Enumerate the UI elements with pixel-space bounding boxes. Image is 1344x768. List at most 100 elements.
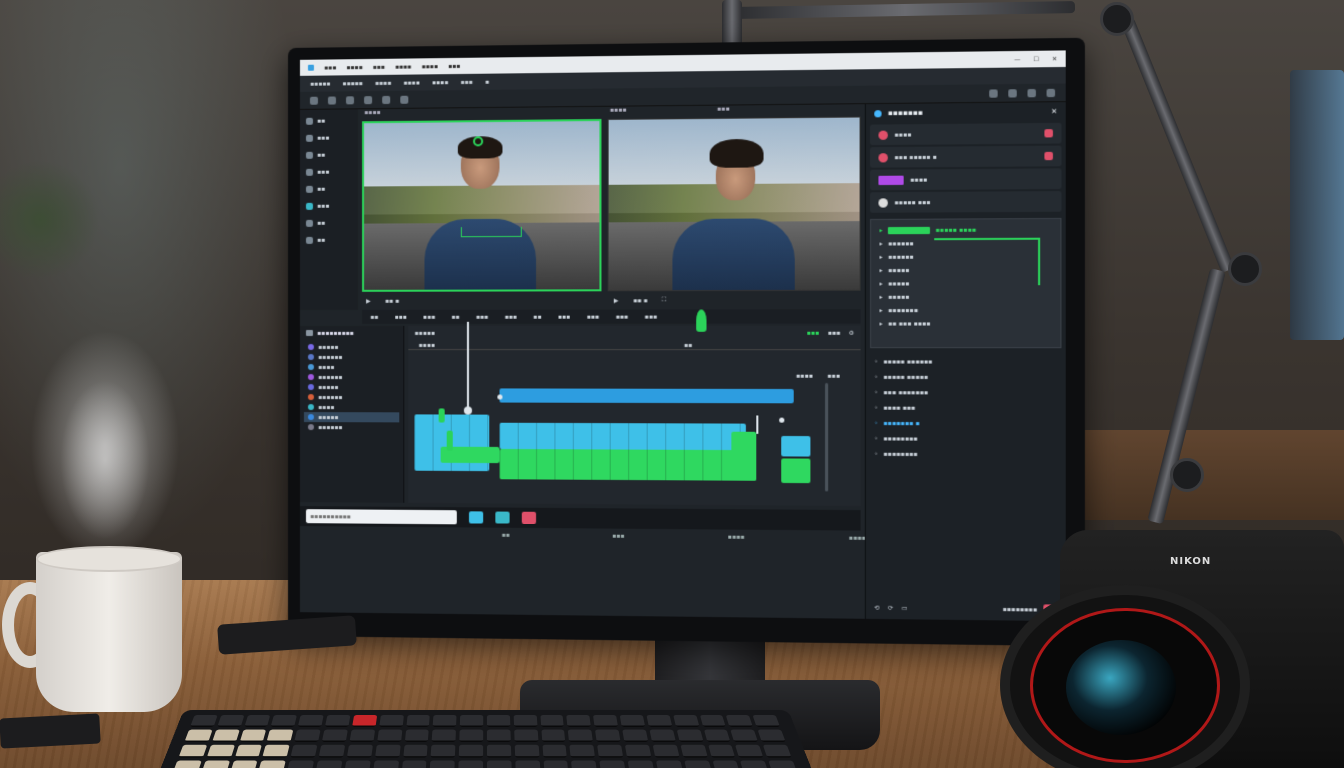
page-label[interactable]: ▪▪▪▪ [728,534,745,541]
close-button[interactable]: ✕ [1052,55,1057,62]
preset-item[interactable]: ◦ ▪▪▪ ▪▪▪▪▪▪▪ [874,385,1057,401]
preset-item[interactable]: ◦ ▪▪▪▪▪ ▪▪▪▪▪▪ [874,354,1057,370]
chevron-right-icon[interactable]: ▸ [879,280,882,287]
link-icon[interactable] [382,95,391,104]
scrub-control[interactable]: ▪▪▪ [644,313,657,320]
menu-item[interactable]: ▪▪▪▪ [403,79,419,86]
rail-item[interactable]: ▪▪▪ [305,169,352,176]
loop-icon[interactable]: ⟳ [888,604,893,611]
close-icon[interactable]: ✕ [1051,107,1057,115]
property-item[interactable]: ▸ ▪▪▪▪▪▪ [879,250,1051,264]
effect-row[interactable]: ▪▪▪▪ [870,122,1062,146]
chevron-right-icon[interactable]: ▸ [879,254,882,261]
scrub-control[interactable]: ▪▪ [370,313,378,320]
heart-icon[interactable] [521,511,537,524]
zoom-icon[interactable] [989,88,998,98]
title-tab[interactable]: ▪▪▪ [373,63,385,70]
timeline-scrollbar[interactable] [825,382,829,492]
menu-item[interactable]: ▪▪▪▪ [432,79,448,86]
chevron-right-icon[interactable]: ▸ [879,294,882,301]
clip-handle[interactable] [779,417,785,423]
menu-item[interactable]: ▪▪▪▪▪ [342,80,362,87]
timeline-option[interactable]: ▪▪▪ [828,329,841,336]
scrub-control[interactable]: ▪▪▪ [504,313,516,320]
bin-item[interactable]: ▪▪▪▪▪▪ [304,422,399,432]
bin-item[interactable]: ▪▪▪▪▪ [304,342,399,352]
cut-icon[interactable] [327,95,336,105]
chevron-right-icon[interactable]: ▸ [879,307,882,314]
minimize-button[interactable]: — [1014,56,1020,63]
close-icon[interactable] [1046,88,1056,97]
menu-item[interactable]: ▪▪▪▪▪ [310,80,330,87]
chevron-right-icon[interactable]: ▸ [879,267,882,274]
audio-chip-icon[interactable] [495,511,510,524]
bin-item[interactable]: ▪▪▪▪▪ [304,382,399,392]
rail-item[interactable]: ▪▪ [305,151,352,159]
scrub-control[interactable]: ▪▪▪ [394,313,406,320]
source-playhead-marker[interactable] [696,309,707,332]
maximize-button[interactable]: ☐ [1033,55,1039,62]
title-tab[interactable]: ▪▪▪▪ [421,63,437,70]
audio-clip-main[interactable] [499,448,757,481]
page-label[interactable]: ▪▪ [501,532,509,539]
property-item[interactable]: ▸ ▪▪▪▪▪ [879,263,1051,277]
play-icon[interactable]: ▶ [366,297,371,304]
scrub-control[interactable]: ▪▪▪ [558,313,570,320]
rewind-icon[interactable]: ⟲ [874,604,879,611]
preset-item[interactable]: ◦ ▪▪▪▪▪▪▪▪ [874,431,1057,447]
play-icon[interactable]: ▶ [614,297,619,304]
property-item[interactable]: ▸ ▪▪ ▪▪▪ ▪▪▪▪ [879,317,1051,331]
keyframe-marker[interactable] [446,430,453,451]
bin-item[interactable]: ▪▪▪▪▪ [303,412,400,423]
title-tab[interactable]: ▪▪▪ [324,64,336,71]
scrub-control[interactable]: ▪▪▪ [615,313,628,320]
chevron-right-icon[interactable]: ▸ [879,240,882,247]
settings-icon[interactable] [1008,88,1017,98]
video-clip-top[interactable] [499,388,794,404]
fullscreen-icon[interactable]: ⛶ [662,296,666,304]
preset-item[interactable]: ◦ ▪▪▪▪▪▪▪ ▪ [874,416,1057,432]
bin-item[interactable]: ▪▪▪▪▪▪ [304,372,399,382]
rail-item[interactable]: ▪▪ [305,220,352,227]
cursor-icon[interactable] [309,96,318,105]
preset-item[interactable]: ◦ ▪▪▪▪▪ ▪▪▪▪▪ [874,370,1057,386]
property-slider[interactable] [887,226,931,235]
chevron-right-icon[interactable]: ▸ [879,320,882,327]
record-icon[interactable] [1044,151,1053,161]
title-tab[interactable]: ▪▪▪ [448,62,460,69]
rail-item[interactable]: ▪▪▪ [305,203,352,210]
grid-icon[interactable] [364,95,373,104]
media-chip-icon[interactable] [468,511,484,524]
rail-item[interactable]: ▪▪▪ [305,134,352,142]
chevron-right-icon[interactable]: ▸ [879,227,882,234]
edit-marker[interactable] [756,415,759,434]
effect-row[interactable]: ▪▪▪▪ [870,168,1062,191]
audio-clip-right[interactable] [781,458,811,484]
bin-item[interactable]: ▪▪▪▪▪▪ [304,352,399,362]
menu-item[interactable]: ▪▪▪ [460,78,472,85]
scrub-control[interactable]: ▪▪ [533,313,541,320]
page-label[interactable]: ▪▪▪ [612,533,625,540]
property-item[interactable]: ▸ ▪▪▪▪▪▪▪ [879,304,1051,318]
rail-item[interactable]: ▪▪ [305,117,352,125]
source-playhead-line[interactable] [466,321,469,413]
tracking-box[interactable] [460,226,522,238]
effect-row[interactable]: ▪▪▪▪▪ ▪▪▪ [870,191,1062,213]
timeline-status[interactable]: ▪▪▪ [806,329,819,336]
property-item[interactable]: ▸ ▪▪▪▪▪ [879,277,1051,291]
bin-item[interactable]: ▪▪▪▪ [304,362,399,372]
scrub-control[interactable]: ▪▪▪ [423,313,435,320]
preset-item[interactable]: ◦ ▪▪▪▪▪▪▪▪ [874,447,1057,463]
title-tab[interactable]: ▪▪▪▪ [346,64,362,71]
bin-item[interactable]: ▪▪▪▪▪▪ [304,392,399,402]
menu-item[interactable]: ▪ [485,78,489,85]
layout-icon[interactable]: ▭ [902,604,908,611]
video-clip-main[interactable] [499,422,746,451]
settings-icon[interactable]: ⚙ [849,329,855,336]
audio-clip-end[interactable] [731,431,757,481]
source-viewer[interactable] [362,118,602,292]
scrub-control[interactable]: ▪▪▪ [587,313,599,320]
property-item[interactable]: ▸ ▪▪▪▪▪ ▪▪▪▪ [879,223,1051,237]
tracking-point-icon[interactable] [473,136,484,147]
title-tab[interactable]: ▪▪▪▪ [395,63,411,70]
